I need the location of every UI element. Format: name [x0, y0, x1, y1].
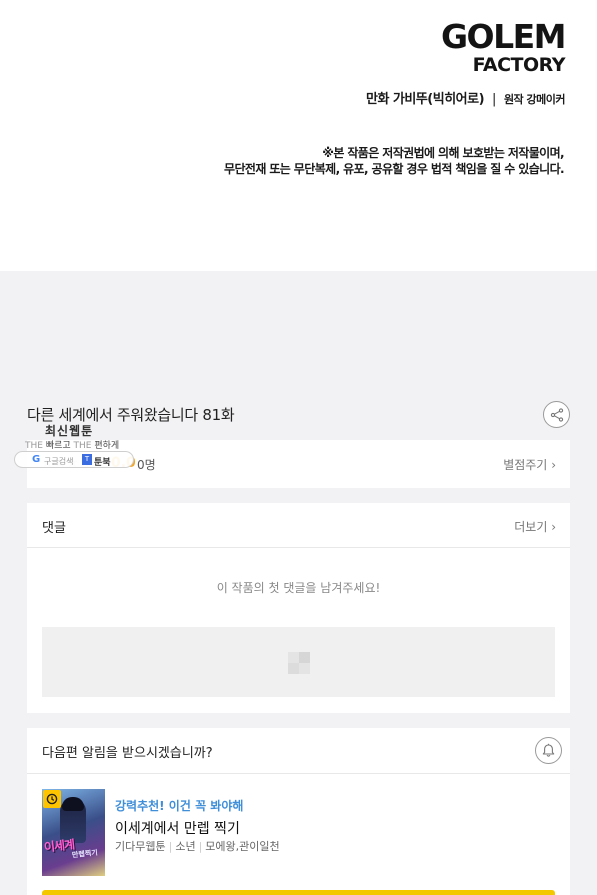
comments-title: 댓글 — [42, 521, 66, 536]
comments-more-link[interactable]: 더보기 › — [514, 518, 556, 535]
meta-divider: | — [198, 840, 203, 853]
credit-separator: | — [492, 92, 496, 107]
recommended-thumbnail[interactable]: 이세계 만렙찍기 — [42, 789, 105, 876]
recommend-meta-authors: 모에왕,관이일천 — [205, 840, 280, 853]
ad-the-2: THE — [73, 441, 92, 451]
comments-empty-message: 이 작품의 첫 댓글을 남겨주세요! — [216, 581, 381, 595]
google-search-label: 구글검색 — [44, 457, 74, 466]
google-icon: G — [32, 454, 41, 465]
copyright-line-2: 무단전재 또는 무단복제, 유포, 공유할 경우 법적 책임을 질 수 있습니다… — [224, 162, 565, 176]
comments-header: 댓글 더보기 › — [27, 503, 570, 548]
loading-placeholder-icon — [288, 652, 310, 674]
copyright-line-1: ※본 작품은 저작권법에 의해 보호받는 저작물이며, — [322, 146, 564, 160]
logo-line-1: GOLEM — [440, 17, 567, 56]
ad-the-1: THE — [25, 441, 43, 451]
golem-factory-logo: GOLEM FACTORY — [440, 17, 567, 76]
chevron-right-icon: › — [551, 458, 556, 472]
next-episode-question: 다음편 알림을 받으시겠습니까? — [42, 746, 213, 761]
comment-input-area[interactable] — [42, 627, 555, 697]
wait-free-badge — [43, 790, 61, 808]
episode-end-banner: GOLEM FACTORY 만화 가비뚜(빅히어로) | 원작 강메이커 ※본 작품… — [0, 0, 597, 271]
logo-line-2: FACTORY — [472, 54, 566, 76]
copyright-notice: ※본 작품은 저작권법에 의해 보호받는 저작물이며, 무단전재 또는 무단복제… — [224, 145, 565, 177]
recommend-title[interactable]: 이세계에서 만렙 찍기 — [115, 818, 240, 838]
next-episode-button-edge[interactable] — [42, 890, 555, 895]
rate-link-label: 별점주기 — [503, 458, 548, 472]
credit-line: 만화 가비뚜(빅히어로) | 원작 강메이커 — [365, 88, 566, 107]
ad-easy: 편하게 — [94, 441, 120, 451]
recommend-meta: 기다무웹툰 | 소년 | 모에왕,관이일천 — [115, 838, 280, 854]
share-icon — [550, 407, 563, 422]
rate-link[interactable]: 별점주기 › — [503, 456, 556, 473]
ad-fast: 빠르고 — [45, 441, 71, 451]
notification-toggle-button[interactable] — [535, 737, 562, 764]
next-episode-card: 다음편 알림을 받으시겠습니까? 이세계 만렙찍기 강력추천! 이건 꼭 봐야해… — [27, 728, 570, 895]
share-button[interactable] — [543, 401, 570, 428]
ad-search-pill[interactable]: G 구글검색 T 툰북 — [14, 451, 134, 468]
comments-more-label: 더보기 — [514, 520, 548, 534]
thumbnail-character-hair — [62, 797, 84, 811]
thumbnail-subtitle-art: 만렙찍기 — [71, 848, 99, 860]
chevron-right-icon: › — [551, 520, 556, 534]
recommended-webtoon[interactable]: 이세계 만렙찍기 강력추천! 이건 꼭 봐야해 이세계에서 만렙 찍기 기다무웹… — [42, 789, 555, 877]
credit-original: 원작 강메이커 — [503, 93, 566, 106]
ad-subtitle: THE 빠르고 THE 편하게 — [25, 438, 119, 451]
toonbook-icon: T — [82, 454, 92, 465]
ad-title: 최신웹툰 — [45, 424, 94, 438]
comments-card: 댓글 더보기 › 이 작품의 첫 댓글을 남겨주세요! — [27, 503, 570, 713]
next-episode-header: 다음편 알림을 받으시겠습니까? — [27, 728, 570, 774]
latest-webtoon-ad[interactable]: 최신웹툰 THE 빠르고 THE 편하게 G 구글검색 T 툰북 — [14, 422, 136, 468]
recommend-meta-type: 기다무웹툰 — [115, 840, 166, 853]
recommend-tag: 강력추천! 이건 꼭 봐야해 — [115, 799, 244, 813]
toonbook-label: 툰북 — [94, 458, 111, 468]
rating-count: 0명 — [137, 458, 156, 472]
thumbnail-title-art: 이세계 — [43, 837, 75, 855]
bell-icon — [542, 743, 555, 757]
clock-icon — [46, 793, 58, 805]
recommend-meta-genre: 소년 — [175, 840, 196, 853]
meta-divider: | — [168, 840, 173, 853]
credit-artist: 만화 가비뚜(빅히어로) — [365, 92, 485, 107]
